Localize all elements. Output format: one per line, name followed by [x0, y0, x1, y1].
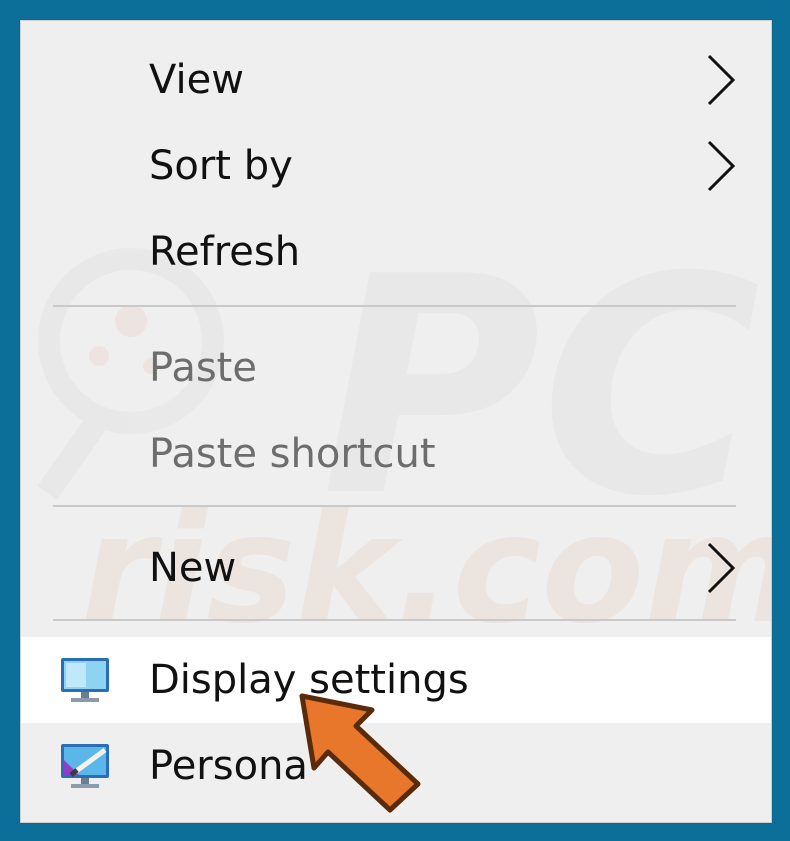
menu-item-view[interactable]: View	[21, 37, 771, 123]
menu-item-label: View	[149, 57, 244, 103]
menu-separator	[53, 505, 736, 507]
menu-item-new[interactable]: New	[21, 525, 771, 611]
menu-item-display-settings[interactable]: Display settings	[21, 637, 771, 723]
menu-item-label: Display settings	[149, 657, 469, 703]
menu-item-label: Sort by	[149, 143, 293, 189]
context-menu: PC risk.com View Sort by Refresh Paste P…	[20, 20, 772, 823]
menu-separator	[53, 619, 736, 621]
menu-item-label: Persona	[149, 743, 308, 789]
chevron-right-icon	[707, 542, 736, 594]
menu-separator	[53, 305, 736, 307]
chevron-right-icon	[707, 140, 736, 192]
menu-item-personalize[interactable]: Persona	[21, 723, 771, 809]
menu-item-paste-shortcut[interactable]: Paste shortcut	[21, 411, 771, 497]
menu-item-label: Paste	[149, 345, 257, 391]
menu-item-paste[interactable]: Paste	[21, 325, 771, 411]
chevron-right-icon	[707, 54, 736, 106]
display-settings-icon	[61, 658, 109, 702]
personalize-icon	[61, 744, 109, 788]
menu-item-refresh[interactable]: Refresh	[21, 209, 771, 295]
menu-item-label: Paste shortcut	[149, 431, 436, 477]
menu-item-label: New	[149, 545, 237, 591]
menu-item-sort-by[interactable]: Sort by	[21, 123, 771, 209]
menu-item-label: Refresh	[149, 229, 301, 275]
